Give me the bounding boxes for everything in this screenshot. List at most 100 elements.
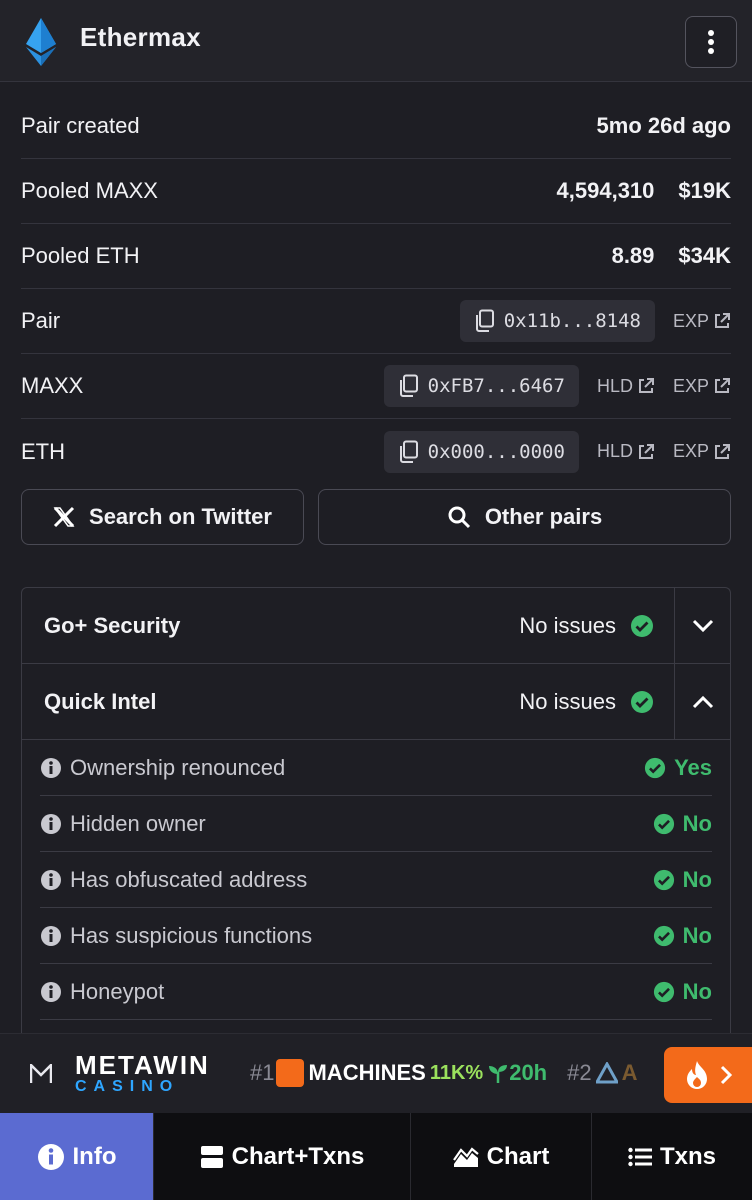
app-header: Ethermax: [0, 0, 752, 82]
info-icon: [37, 1143, 64, 1170]
trending-ticker[interactable]: #1 MACHINES 11K% 20h #2 A: [250, 1059, 638, 1087]
button-label: Search on Twitter: [89, 504, 272, 529]
row-label: MAXX: [21, 373, 84, 398]
explorer-link[interactable]: EXP: [673, 441, 731, 462]
pooled-eth-row: Pooled ETH 8.89 $34K: [21, 224, 731, 289]
copy-icon: [399, 374, 418, 397]
collapse-toggle[interactable]: [674, 664, 730, 739]
metawin-logo-icon: [30, 1064, 52, 1083]
copy-address-button[interactable]: 0x000...0000: [383, 430, 579, 473]
external-link-icon: [715, 313, 730, 328]
kebab-menu-icon: [708, 30, 714, 54]
check-circle-icon: [653, 925, 674, 946]
security-status: No issues: [519, 689, 674, 715]
tab-label: Chart: [486, 1142, 550, 1170]
quick-intel-list: Ownership renounced Yes Hidden owner No …: [22, 740, 730, 1020]
go-plus-security-header[interactable]: Go+ Security No issues: [22, 588, 730, 664]
token-title: Ethermax: [80, 22, 201, 52]
trend-name: MACHINES: [308, 1060, 426, 1085]
list-item: Has obfuscated address No: [40, 852, 712, 908]
promo-banner[interactable]: METAWIN CASINO #1 MACHINES 11K% 20h #2 A: [0, 1033, 752, 1113]
link-label: EXP: [672, 441, 709, 461]
trend-rank: #2: [567, 1060, 592, 1085]
copy-icon: [399, 440, 418, 463]
check-circle-icon: [653, 813, 674, 834]
external-link-icon: [638, 378, 654, 393]
other-pairs-button[interactable]: Other pairs: [318, 489, 731, 545]
pooled-usd: $34K: [678, 243, 731, 268]
holders-link[interactable]: HLD: [597, 376, 655, 397]
tab-chart[interactable]: Chart: [411, 1113, 592, 1200]
copy-address-button[interactable]: 0xFB7...6467: [383, 365, 579, 407]
explorer-link[interactable]: EXP: [673, 311, 731, 332]
address-text: 0x000...0000: [427, 440, 565, 463]
explorer-link[interactable]: EXP: [673, 376, 731, 397]
check-label: Ownership renounced: [70, 754, 286, 780]
pooled-maxx-row: Pooled MAXX 4,594,310 $19K: [21, 159, 731, 224]
trend-pct: 11K%: [429, 1061, 484, 1084]
row-label: Pair: [21, 308, 61, 333]
security-provider-name: Go+ Security: [44, 612, 181, 638]
pair-created-row: Pair created 5mo 26d ago: [21, 94, 731, 159]
row-label: Pair created: [21, 113, 140, 138]
copy-address-button[interactable]: 0x11b...8148: [459, 300, 655, 342]
info-icon[interactable]: [40, 757, 62, 779]
link-label: HLD: [596, 441, 633, 461]
check-result: No: [682, 978, 712, 1004]
chevron-down-icon: [692, 619, 713, 632]
metawin-brand: METAWIN CASINO: [75, 1052, 210, 1096]
expand-toggle[interactable]: [674, 588, 730, 663]
tab-chart-txns[interactable]: Chart+Txns: [154, 1113, 411, 1200]
info-icon[interactable]: [40, 869, 62, 891]
chevron-up-icon: [692, 695, 713, 708]
holders-link[interactable]: HLD: [597, 441, 655, 462]
check-circle-icon: [631, 614, 653, 637]
pooled-amount: 8.89: [611, 243, 655, 268]
maxx-address-row: MAXX 0xFB7...6467 HLD EXP: [21, 354, 731, 419]
more-options-button[interactable]: [685, 16, 737, 68]
tab-label: Chart+Txns: [231, 1142, 365, 1170]
tab-label: Txns: [659, 1142, 716, 1170]
check-circle-icon: [631, 690, 653, 713]
pooled-amount: 4,594,310: [556, 178, 655, 203]
button-label: Other pairs: [484, 504, 603, 529]
quick-intel-header[interactable]: Quick Intel No issues: [22, 664, 730, 740]
triangle-token-icon: [595, 1062, 618, 1084]
fire-icon: [687, 1061, 707, 1089]
security-panel: Go+ Security No issues Quick Intel No is…: [21, 587, 731, 1033]
brand-top-text: METAWIN: [75, 1050, 210, 1080]
info-icon[interactable]: [40, 981, 62, 1003]
link-label: EXP: [672, 375, 709, 396]
check-result: No: [682, 866, 712, 892]
trend-age: 20h: [509, 1060, 548, 1085]
row-label: Pooled MAXX: [21, 178, 158, 203]
x-twitter-icon: [53, 506, 75, 528]
info-icon[interactable]: [40, 813, 62, 835]
tab-txns[interactable]: Txns: [592, 1113, 752, 1200]
layout-split-icon: [200, 1145, 223, 1168]
token-icon: [276, 1059, 305, 1087]
search-icon: [448, 506, 470, 529]
sprout-icon: [489, 1065, 508, 1083]
list-icon: [628, 1147, 652, 1166]
check-result: No: [682, 810, 712, 836]
info-icon[interactable]: [40, 925, 62, 947]
pair-age: 5mo 26d ago: [596, 113, 731, 138]
search-twitter-button[interactable]: Search on Twitter: [21, 489, 304, 545]
pooled-usd: $19K: [678, 178, 731, 203]
ethermax-logo-icon: [26, 18, 56, 66]
external-link-icon: [715, 378, 730, 393]
list-item: Honeypot No: [40, 964, 712, 1020]
list-item: Has suspicious functions No: [40, 908, 712, 964]
external-link-icon: [638, 443, 654, 459]
list-item: Hidden owner No: [40, 796, 712, 852]
tab-info[interactable]: Info: [0, 1113, 154, 1200]
check-result: Yes: [674, 754, 712, 780]
tab-label: Info: [72, 1142, 117, 1170]
pair-info: Pair created 5mo 26d ago Pooled MAXX 4,5…: [21, 94, 731, 484]
list-item: Ownership renounced Yes: [40, 740, 712, 796]
security-provider-name: Quick Intel: [44, 688, 157, 714]
trending-fire-button[interactable]: [664, 1047, 752, 1103]
check-result: No: [682, 922, 712, 948]
check-circle-icon: [653, 981, 674, 1002]
